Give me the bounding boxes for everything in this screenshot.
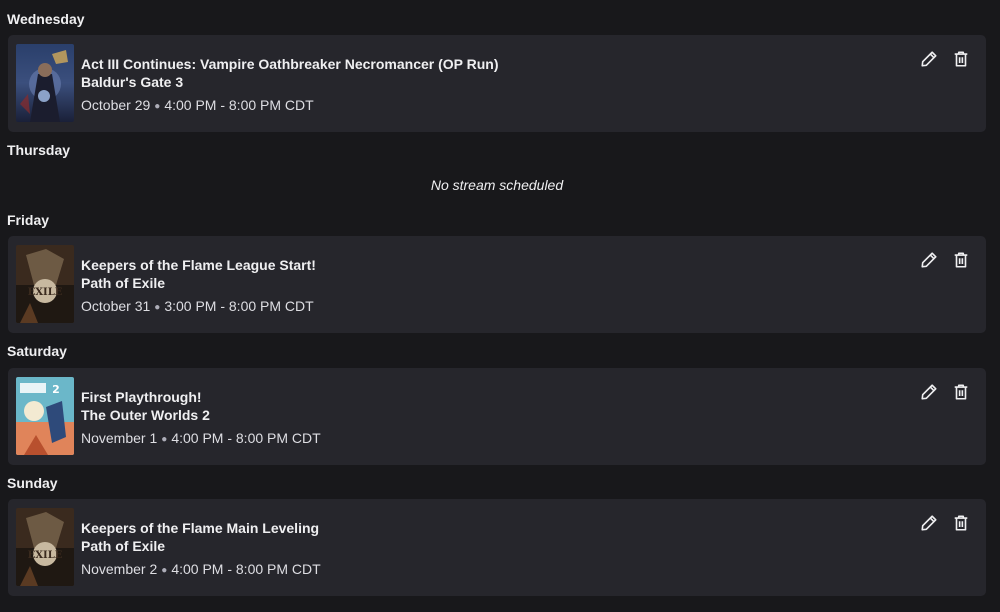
game-name[interactable]: Baldur's Gate 3 [81, 73, 499, 91]
separator-dot: ● [154, 101, 161, 112]
schedule-segment-wednesday[interactable]: Act III Continues: Vampire Oathbreaker N… [8, 35, 986, 132]
segment-date: October 29 [81, 97, 151, 113]
delete-button[interactable] [950, 381, 972, 403]
no-stream-message: No stream scheduled [430, 177, 564, 193]
segment-date: November 2 [81, 561, 158, 577]
separator-dot: ● [161, 565, 168, 576]
day-heading-sunday: Sunday [7, 475, 58, 491]
delete-button[interactable] [950, 512, 972, 534]
segment-time: October 29 ● 4:00 PM - 8:00 PM CDT [81, 96, 499, 117]
trash-icon [954, 384, 968, 400]
edit-button[interactable] [918, 48, 940, 70]
stream-title: Act III Continues: Vampire Oathbreaker N… [81, 56, 499, 72]
day-heading-thursday: Thursday [7, 142, 71, 158]
pencil-icon [921, 384, 937, 400]
edit-button[interactable] [918, 512, 940, 534]
separator-dot: ● [154, 302, 161, 313]
segment-hours: 4:00 PM - 8:00 PM CDT [171, 430, 321, 446]
segment-actions [918, 249, 972, 271]
svg-text:EXILE: EXILE [28, 550, 63, 561]
segment-date: October 31 [81, 298, 151, 314]
segment-time: October 31 ● 3:00 PM - 8:00 PM CDT [81, 297, 316, 318]
game-cover-path-of-exile: EXILE [16, 245, 74, 323]
game-cover-baldurs-gate-3 [16, 44, 74, 122]
segment-hours: 4:00 PM - 8:00 PM CDT [171, 561, 321, 577]
stream-schedule: Wednesday Act III Continues: Vampire Oat… [0, 0, 1000, 612]
stream-title: Keepers of the Flame League Start! [81, 257, 316, 273]
separator-dot: ● [161, 434, 168, 445]
game-name[interactable]: Path of Exile [81, 274, 316, 292]
trash-icon [954, 51, 968, 67]
segment-hours: 4:00 PM - 8:00 PM CDT [164, 97, 314, 113]
day-heading-saturday: Saturday [7, 343, 67, 359]
svg-text:EXILE: EXILE [28, 287, 63, 298]
day-heading-friday: Friday [7, 212, 50, 228]
segment-actions [918, 381, 972, 403]
segment-info: Act III Continues: Vampire Oathbreaker N… [81, 55, 499, 117]
segment-info: Keepers of the Flame League Start! Path … [81, 256, 316, 318]
game-name[interactable]: Path of Exile [81, 537, 321, 555]
segment-info: Keepers of the Flame Main Leveling Path … [81, 519, 321, 581]
segment-actions [918, 512, 972, 534]
delete-button[interactable] [950, 48, 972, 70]
game-name[interactable]: The Outer Worlds 2 [81, 406, 321, 424]
trash-icon [954, 515, 968, 531]
segment-info: First Playthrough! The Outer Worlds 2 No… [81, 388, 321, 450]
pencil-icon [921, 252, 937, 268]
pencil-icon [921, 51, 937, 67]
edit-button[interactable] [918, 381, 940, 403]
segment-time: November 1 ● 4:00 PM - 8:00 PM CDT [81, 429, 321, 450]
stream-title: First Playthrough! [81, 389, 202, 405]
stream-title: Keepers of the Flame Main Leveling [81, 520, 320, 536]
segment-date: November 1 [81, 430, 158, 446]
segment-actions [918, 48, 972, 70]
segment-hours: 3:00 PM - 8:00 PM CDT [164, 298, 314, 314]
pencil-icon [921, 515, 937, 531]
segment-time: November 2 ● 4:00 PM - 8:00 PM CDT [81, 560, 321, 581]
trash-icon [954, 252, 968, 268]
schedule-segment-friday[interactable]: EXILE Keepers of the Flame League Start!… [8, 236, 986, 333]
delete-button[interactable] [950, 249, 972, 271]
svg-text:2: 2 [52, 383, 60, 396]
edit-button[interactable] [918, 249, 940, 271]
schedule-segment-saturday[interactable]: 2 First Playthrough! The Outer Worlds 2 … [8, 368, 986, 465]
game-cover-the-outer-worlds-2: 2 [16, 377, 74, 455]
game-cover-path-of-exile: EXILE [16, 508, 74, 586]
schedule-segment-sunday[interactable]: EXILE Keepers of the Flame Main Leveling… [8, 499, 986, 596]
day-heading-wednesday: Wednesday [7, 11, 85, 27]
